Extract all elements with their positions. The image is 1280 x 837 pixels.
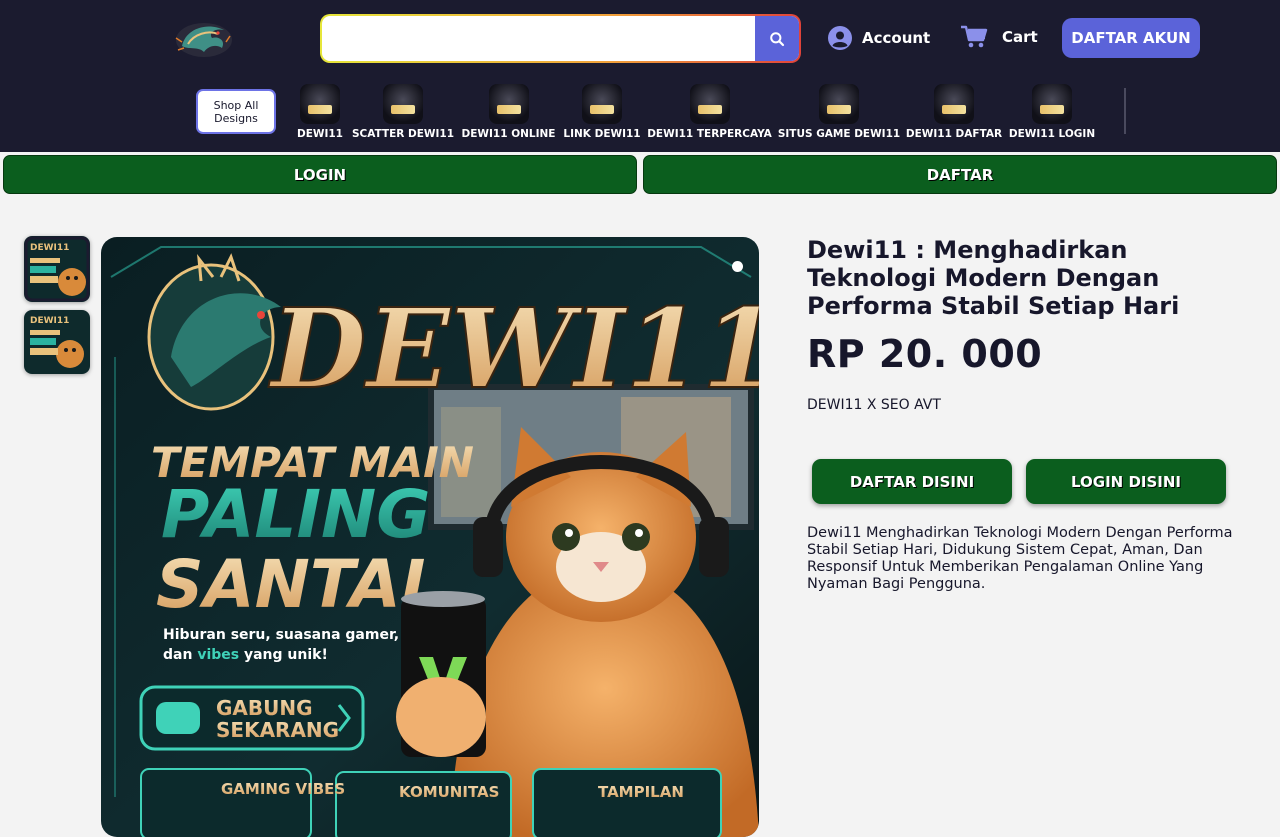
nav-divider (1124, 88, 1126, 134)
product-description: Dewi11 Menghadirkan Teknologi Modern Den… (807, 525, 1233, 592)
category-label: DEWI11 (297, 128, 343, 140)
login-disini-button[interactable]: LOGIN DISINI (1026, 459, 1226, 504)
shop-all-designs-button[interactable]: Shop All Designs (196, 89, 276, 134)
banner-headline-3: SANTAI (156, 546, 425, 623)
feature-tiles: GAMING VIBES KOMUNITAS TAMPILAN (140, 768, 722, 837)
category-label: DEWI11 ONLINE (461, 128, 556, 140)
daftar-bar-button[interactable]: DAFTAR (643, 155, 1277, 194)
search-box (322, 16, 799, 61)
banner-join-button[interactable]: GABUNG SEKARANG (139, 685, 365, 751)
category-thumbnail (582, 84, 622, 124)
dragon-logo[interactable] (168, 16, 240, 60)
svg-text:DEWI11: DEWI11 (30, 316, 69, 326)
category-label: SCATTER DEWI11 (351, 128, 455, 140)
gallery-thumbnail-2[interactable]: DEWI11 (24, 310, 90, 374)
register-account-button[interactable]: DAFTAR AKUN (1062, 18, 1200, 58)
category-thumbnail (488, 84, 529, 124)
category-thumbnail (689, 84, 730, 124)
banner-cta-line-1: GABUNG (216, 696, 313, 720)
category-label: DEWI11 LOGIN (1008, 128, 1096, 140)
category-label: LINK DEWI11 (563, 128, 641, 140)
category-situs-game-dewi11[interactable]: SITUS GAME DEWI11 (778, 84, 900, 140)
user-icon (828, 26, 852, 50)
category-thumbnail (934, 84, 974, 124)
category-thumbnail (300, 84, 340, 124)
banner-headline-2: PALING (161, 476, 430, 553)
product-price: RP 20. 000 (807, 332, 1043, 376)
feature-1-label: GAMING VIBES (221, 780, 345, 798)
banner-brand-text: DEWI11 (268, 284, 759, 413)
login-bar-button[interactable]: LOGIN (3, 155, 637, 194)
carousel-dot[interactable] (732, 261, 743, 272)
account-link[interactable]: Account (828, 24, 930, 52)
feature-2-label: KOMUNITAS (399, 783, 499, 801)
search-bar (320, 14, 801, 63)
search-input[interactable] (322, 16, 755, 61)
category-dewi11-terpercaya[interactable]: DEWI11 TERPERCAYA (647, 84, 772, 140)
banner-tagline-1: Hiburan seru, suasana gamer, (163, 627, 399, 643)
category-link-dewi11[interactable]: LINK DEWI11 (563, 84, 641, 140)
product-title: Dewi11 : Menghadirkan Teknologi Modern D… (807, 236, 1180, 320)
category-scatter-dewi11[interactable]: SCATTER DEWI11 (352, 84, 454, 140)
cart-label: Cart (1002, 28, 1038, 46)
category-thumbnail (1032, 84, 1072, 124)
search-button[interactable] (755, 16, 799, 61)
category-thumbnail (383, 84, 423, 124)
banner-tagline-2-pre: dan (163, 647, 192, 663)
banner-tagline-2-highlight: vibes (197, 647, 239, 663)
daftar-disini-button[interactable]: DAFTAR DISINI (812, 459, 1012, 504)
category-label: SITUS GAME DEWI11 (777, 128, 901, 140)
category-dewi11-daftar[interactable]: DEWI11 DAFTAR (906, 84, 1002, 140)
category-dewi11-online[interactable]: DEWI11 ONLINE (462, 84, 555, 140)
site-header: Account Cart DAFTAR AKUN Shop All Design… (0, 0, 1280, 152)
product-subtitle: DEWI11 X SEO AVT (807, 397, 941, 413)
category-dewi11-login[interactable]: DEWI11 LOGIN (1009, 84, 1095, 140)
banner-tagline-2-post: yang unik! (244, 647, 328, 663)
svg-text:dan vibes yang uni: dan vibes yang unik! (163, 647, 328, 663)
category-thumbnail (819, 84, 859, 124)
thumbnail-brand-text: DEWI11 (30, 243, 69, 253)
product-main-image[interactable]: DEWI11 TEMPAT MAIN PALING SANTAI Hiburan… (101, 237, 759, 837)
search-icon (770, 31, 785, 46)
feature-3-label: TAMPILAN (598, 783, 684, 801)
category-label: DEWI11 TERPERCAYA (647, 128, 772, 140)
cart-link[interactable]: Cart (960, 22, 1038, 52)
banner-cta-line-2: SEKARANG (216, 718, 339, 742)
category-dewi11[interactable]: DEWI11 (297, 84, 343, 140)
account-label: Account (862, 29, 931, 47)
category-label: DEWI11 DAFTAR (905, 128, 1003, 140)
cart-icon (961, 25, 988, 48)
gallery-thumbnail-1[interactable]: DEWI11 (24, 236, 90, 302)
